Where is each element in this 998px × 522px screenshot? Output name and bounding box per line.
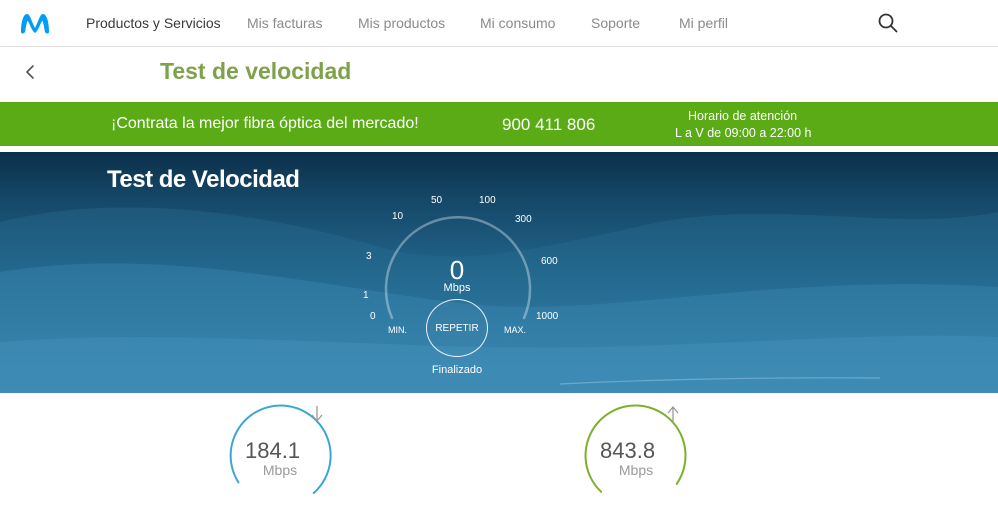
upload-speed-unit: Mbps	[618, 462, 654, 478]
nav-divider	[0, 46, 998, 47]
gauge-tick-1: 1	[363, 290, 369, 301]
speed-test-hero: Test de Velocidad 0 1 3 10 50 100 300 60…	[0, 152, 998, 393]
download-speed-value: 184.1	[245, 438, 301, 463]
upload-speed-value: 843.8	[600, 438, 656, 463]
repeat-button[interactable]: REPETIR	[426, 299, 488, 357]
gauge-tick-300: 300	[515, 214, 532, 225]
search-icon[interactable]	[876, 11, 900, 35]
promo-hours-label: Horario de atención	[688, 109, 798, 123]
chevron-left-icon[interactable]	[20, 60, 42, 84]
arrow-down-icon	[311, 406, 323, 423]
gauge-tick-1000: 1000	[536, 311, 559, 322]
download-result: 184.1 Mbps	[224, 404, 336, 516]
top-navigation: Productos y Servicios Mis facturas Mis p…	[0, 0, 998, 46]
gauge-max-label: MAX.	[504, 325, 527, 335]
movistar-logo-icon[interactable]	[18, 10, 52, 36]
nav-item-mi-perfil[interactable]: Mi perfil	[679, 15, 728, 31]
gauge-tick-3: 3	[366, 251, 372, 262]
promo-banner[interactable]: ¡Contrata la mejor fibra óptica del merc…	[0, 102, 998, 146]
gauge-speed-unit: Mbps	[443, 282, 471, 294]
page-title: Test de velocidad	[160, 58, 352, 84]
speed-gauge	[384, 216, 532, 320]
gauge-min-label: MIN.	[388, 325, 407, 335]
promo-phone[interactable]: 900 411 806	[502, 115, 595, 135]
gauge-tick-50: 50	[431, 195, 443, 206]
promo-hours: L a V de 09:00 a 22:00 h	[675, 126, 812, 140]
promo-text: ¡Contrata la mejor fibra óptica del merc…	[111, 115, 419, 132]
gauge-tick-100: 100	[479, 195, 496, 206]
arrow-up-icon	[667, 405, 679, 422]
repeat-button-label: REPETIR	[435, 322, 479, 334]
upload-result: 843.8 Mbps	[580, 404, 692, 516]
gauge-tick-10: 10	[392, 211, 404, 222]
gauge-tick-600: 600	[541, 256, 558, 267]
nav-item-mis-productos[interactable]: Mis productos	[358, 15, 445, 31]
nav-item-soporte[interactable]: Soporte	[591, 15, 640, 31]
nav-item-mi-consumo[interactable]: Mi consumo	[480, 15, 555, 31]
gauge-tick-0: 0	[370, 311, 376, 322]
nav-item-productos-servicios[interactable]: Productos y Servicios	[86, 15, 221, 31]
test-status: Finalizado	[431, 364, 483, 376]
nav-item-mis-facturas[interactable]: Mis facturas	[247, 15, 322, 31]
download-speed-unit: Mbps	[262, 462, 298, 478]
